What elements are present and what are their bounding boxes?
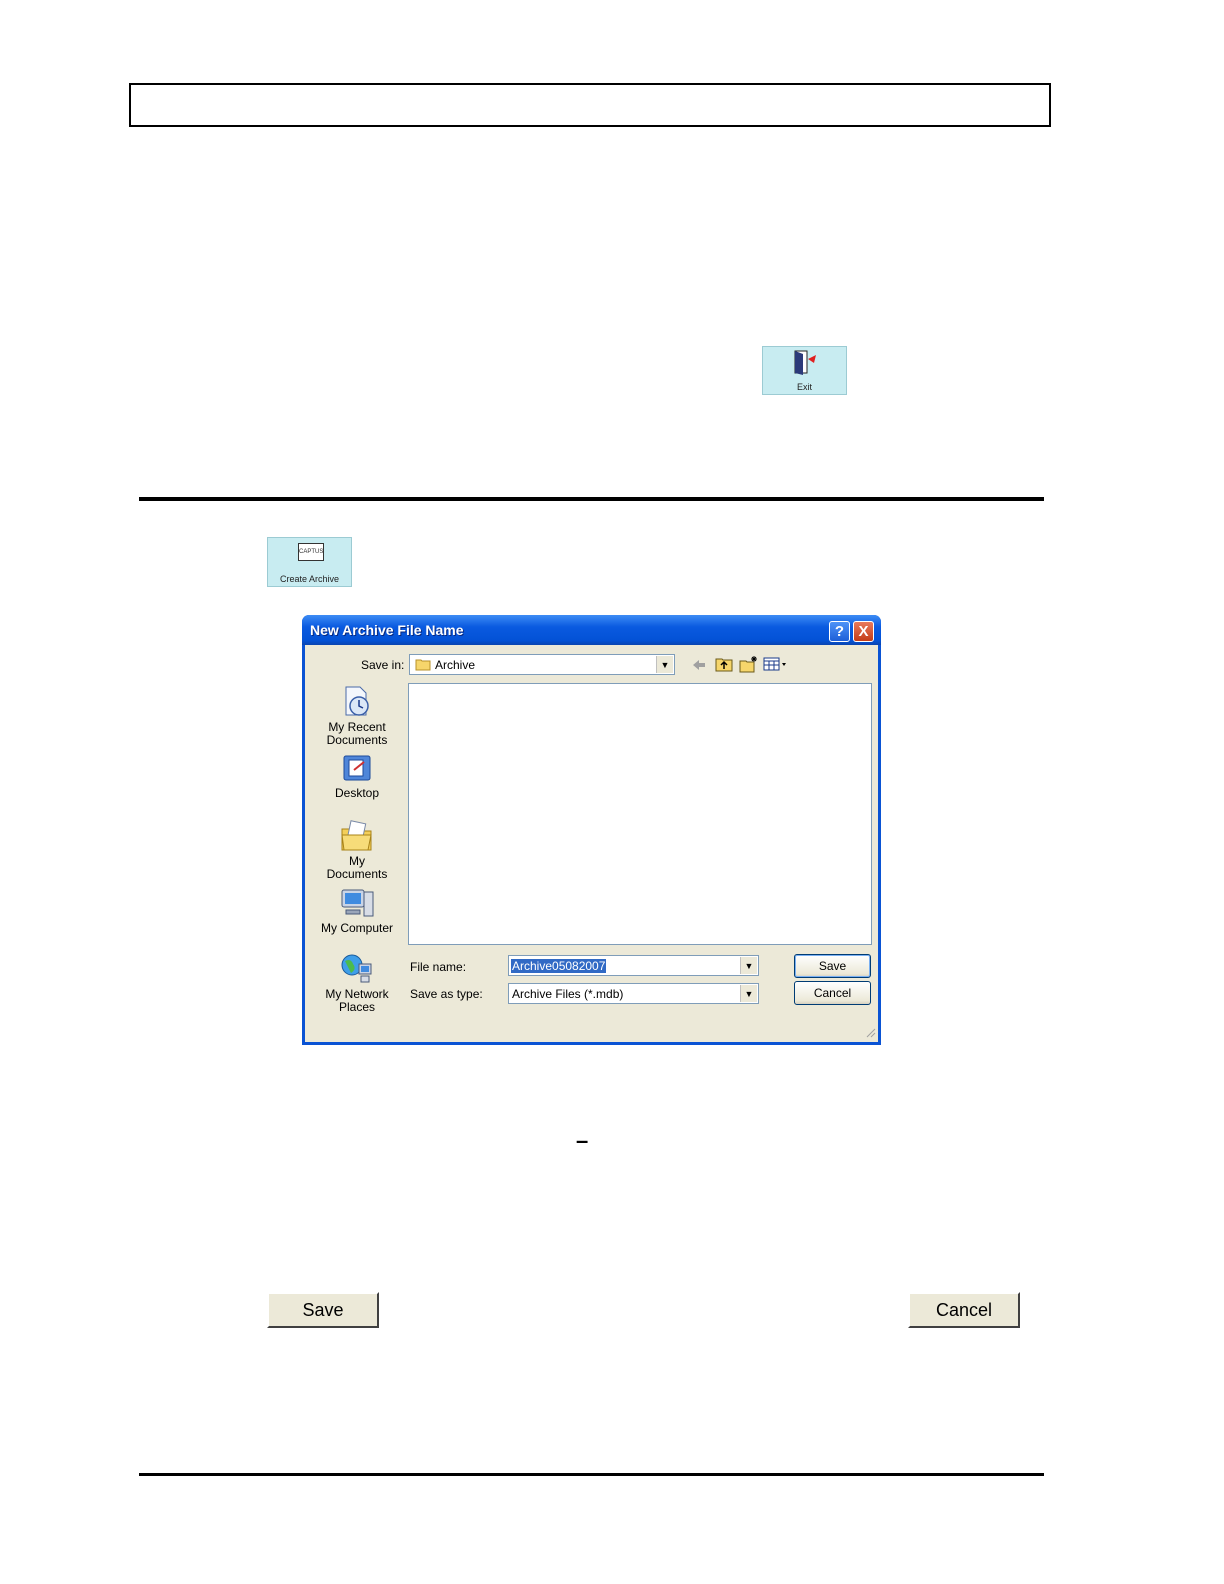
dialog-title: New Archive File Name [310, 622, 464, 638]
dialog-save-button[interactable]: Save [794, 954, 871, 978]
place-my-recent-documents[interactable]: My Recent Documents [317, 685, 397, 747]
up-folder-icon[interactable] [715, 656, 733, 672]
save-in-value: Archive [435, 658, 476, 672]
views-menu-icon[interactable] [763, 657, 789, 671]
help-button[interactable]: ? [829, 621, 850, 642]
my-documents-icon [341, 820, 372, 851]
section-divider [139, 497, 1044, 501]
dash-mark: – [576, 1128, 589, 1153]
captus-logo: CAPTUS [298, 543, 324, 561]
save-in-dropdown[interactable]: Archive ▼ [409, 654, 675, 675]
dialog-client: Save in: Archive ▼ My Recent Documents D… [305, 645, 878, 1042]
chevron-down-icon: ▼ [656, 656, 673, 673]
exit-button[interactable]: Exit [762, 346, 847, 395]
my-computer-icon [341, 889, 374, 917]
place-label-network-2: Places [338, 1000, 376, 1014]
place-label-my-computer: My Computer [320, 921, 394, 935]
network-places-icon [341, 954, 372, 983]
resize-grip-icon[interactable] [864, 1026, 876, 1038]
place-label-network-1: My Network [325, 987, 389, 1001]
place-label-desktop: Desktop [334, 786, 380, 800]
footer-divider [139, 1473, 1044, 1476]
exit-label: Exit [796, 382, 812, 392]
recent-documents-icon [345, 686, 369, 716]
save-as-type-label: Save as type: [410, 987, 483, 1001]
place-my-computer[interactable]: My Computer [317, 886, 397, 935]
exit-door-icon [794, 350, 816, 375]
back-icon[interactable] [691, 658, 707, 672]
close-button[interactable]: X [853, 621, 874, 642]
place-my-network-places[interactable]: My Network Places [317, 952, 397, 1014]
dialog-cancel-button[interactable]: Cancel [794, 981, 871, 1005]
cancel-button[interactable]: Cancel [908, 1292, 1020, 1328]
folder-icon [415, 659, 431, 671]
desktop-icon [343, 755, 371, 781]
dialog-titlebar[interactable]: New Archive File Name ? X [302, 615, 881, 645]
file-name-value: Archive05082007 [511, 959, 607, 973]
place-my-documents[interactable]: My Documents [317, 819, 397, 881]
file-name-input[interactable]: Archive05082007 ▼ [508, 955, 759, 976]
create-archive-label: Create Archive [279, 574, 340, 584]
new-archive-dialog: New Archive File Name ? X Save in: Archi… [302, 615, 881, 1045]
save-button[interactable]: Save [267, 1292, 379, 1328]
file-name-label: File name: [410, 960, 467, 974]
place-label-2: Documents [326, 733, 388, 747]
chevron-down-icon: ▼ [740, 957, 757, 974]
save-as-type-dropdown[interactable]: Archive Files (*.mdb) ▼ [508, 983, 759, 1004]
place-label-my-documents: My Documents [326, 854, 388, 881]
new-folder-icon[interactable] [739, 655, 759, 673]
place-desktop[interactable]: Desktop [317, 753, 397, 800]
file-list[interactable] [408, 683, 872, 945]
place-label-1: My Recent [328, 720, 386, 734]
header-box [129, 83, 1051, 127]
create-archive-button[interactable]: CAPTUS Create Archive [267, 537, 352, 587]
save-as-type-value: Archive Files (*.mdb) [512, 987, 624, 1001]
chevron-down-icon: ▼ [740, 985, 757, 1002]
save-in-label: Save in: [361, 658, 405, 672]
